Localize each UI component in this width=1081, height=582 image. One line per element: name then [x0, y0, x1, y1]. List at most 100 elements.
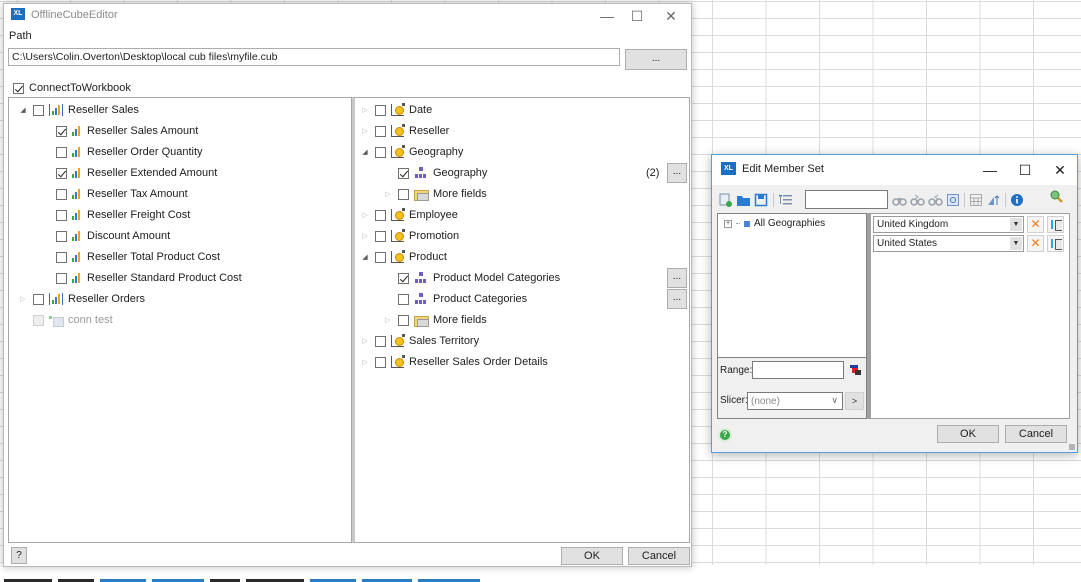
tree-item[interactable]: ▷ Employee: [360, 205, 458, 225]
open-folder-icon[interactable]: [736, 193, 751, 207]
search-zoom-icon[interactable]: [1049, 189, 1064, 203]
checkbox[interactable]: [398, 293, 409, 305]
tree-item[interactable]: Product Model Categories: [383, 268, 560, 288]
edit-member-set-button[interactable]: ...: [667, 163, 687, 183]
checkbox[interactable]: [33, 104, 44, 116]
checkbox[interactable]: [56, 230, 67, 242]
tree-item[interactable]: Reseller Freight Cost: [41, 205, 190, 225]
title-bar[interactable]: XL OfflineCubeEditor — ☐ ✕: [4, 4, 691, 26]
checkbox[interactable]: [398, 272, 409, 284]
member-search-input[interactable]: [805, 190, 888, 209]
checkbox[interactable]: [398, 188, 409, 200]
collapse-arrow-icon[interactable]: ◢: [360, 148, 370, 156]
tree-item[interactable]: ◢ Product: [360, 247, 447, 267]
tree-item[interactable]: ◢ Geography: [360, 142, 463, 162]
tree-item[interactable]: ▷ Reseller Sales Order Details: [360, 352, 548, 372]
find-next-icon[interactable]: [928, 193, 943, 207]
maximize-button[interactable]: ☐: [623, 7, 651, 25]
save-icon[interactable]: [754, 193, 769, 207]
expand-arrow-icon[interactable]: ▷: [360, 106, 370, 114]
expand-arrow-icon[interactable]: ▷: [360, 232, 370, 240]
close-button[interactable]: ✕: [1045, 160, 1075, 180]
collapse-arrow-icon[interactable]: ◢: [18, 106, 28, 114]
tree-item[interactable]: ▷ Date: [360, 100, 432, 120]
checkbox[interactable]: [398, 314, 409, 326]
remove-member-button[interactable]: ✕: [1027, 216, 1044, 233]
expand-arrow-icon[interactable]: ▷: [360, 358, 370, 366]
connect-to-workbook-checkbox[interactable]: ConnectToWorkbook: [13, 82, 131, 94]
tree-item[interactable]: ▷ Reseller: [360, 121, 449, 141]
slicer-go-button[interactable]: >: [845, 392, 864, 410]
expand-arrow-icon[interactable]: ▷: [360, 337, 370, 345]
expand-icon[interactable]: +: [724, 219, 732, 228]
tree-item[interactable]: Reseller Extended Amount: [41, 163, 217, 183]
checkbox[interactable]: [375, 209, 386, 221]
tree-item[interactable]: ▷ Promotion: [360, 226, 459, 246]
member-list[interactable]: United Kingdom ▼ ✕ United States ▼ ✕: [870, 213, 1070, 419]
member-dropdown[interactable]: United States ▼: [873, 235, 1024, 252]
dimensions-tree-pane[interactable]: ▷ Date ▷ Reseller ◢ Geography Geography (2)... ▷…: [352, 97, 690, 543]
resize-grip[interactable]: [1069, 444, 1075, 450]
checkbox[interactable]: [13, 82, 24, 94]
member-hierarchy-icon[interactable]: [1047, 235, 1064, 252]
ok-button[interactable]: OK: [561, 547, 623, 565]
minimize-button[interactable]: —: [975, 160, 1005, 180]
edit-member-set-button[interactable]: ...: [667, 268, 687, 288]
checkbox[interactable]: [56, 272, 67, 284]
expand-arrow-icon[interactable]: ▷: [18, 295, 28, 303]
tree-node-all-geographies[interactable]: + All Geographies: [724, 218, 825, 229]
member-tree[interactable]: + All Geographies: [717, 213, 867, 358]
tree-item[interactable]: conn test: [18, 310, 113, 330]
tree-item[interactable]: ◢ Reseller Sales: [18, 100, 139, 120]
expand-arrow-icon[interactable]: ▷: [360, 211, 370, 219]
info-icon[interactable]: [1010, 193, 1025, 207]
expand-arrow-icon[interactable]: ▷: [383, 316, 393, 324]
cancel-button[interactable]: Cancel: [1005, 425, 1067, 443]
find-previous-icon[interactable]: [910, 193, 925, 207]
slicer-dropdown[interactable]: (none) ∨: [747, 392, 843, 410]
checkbox[interactable]: [398, 167, 409, 179]
checkbox[interactable]: [33, 293, 44, 305]
tree-item[interactable]: ▷ More fields: [383, 184, 487, 204]
tree-item[interactable]: Discount Amount: [41, 226, 170, 246]
tree-item[interactable]: Reseller Sales Amount: [41, 121, 198, 141]
tree-item[interactable]: ▷ More fields: [383, 310, 487, 330]
new-set-icon[interactable]: [718, 193, 733, 207]
tree-item[interactable]: Product Categories: [383, 289, 527, 309]
list-indent-icon[interactable]: [778, 193, 793, 207]
dialog-title-bar[interactable]: XL Edit Member Set — ☐ ✕: [712, 155, 1077, 185]
member-hierarchy-icon[interactable]: [1047, 216, 1064, 233]
maximize-button[interactable]: ☐: [1010, 160, 1040, 180]
checkbox[interactable]: [56, 209, 67, 221]
expand-arrow-icon[interactable]: ▷: [383, 190, 393, 198]
edit-member-set-button[interactable]: ...: [667, 289, 687, 309]
browse-button[interactable]: ...: [625, 49, 687, 70]
checkbox[interactable]: [56, 167, 67, 179]
measures-tree-pane[interactable]: ◢ Reseller Sales Reseller Sales Amount Rese…: [8, 97, 352, 543]
collapse-arrow-icon[interactable]: ◢: [360, 253, 370, 261]
checkbox[interactable]: [375, 335, 386, 347]
cancel-button[interactable]: Cancel: [628, 547, 690, 565]
tree-item[interactable]: Reseller Standard Product Cost: [41, 268, 242, 288]
checkbox[interactable]: [375, 104, 386, 116]
help-button[interactable]: ?: [11, 547, 27, 564]
sort-icon[interactable]: [987, 193, 1002, 207]
path-input[interactable]: [8, 48, 620, 66]
checkbox[interactable]: [56, 251, 67, 263]
checkbox[interactable]: [56, 146, 67, 158]
checkbox[interactable]: [375, 230, 386, 242]
close-button[interactable]: ✕: [657, 7, 685, 25]
tree-item[interactable]: Reseller Order Quantity: [41, 142, 203, 162]
checkbox[interactable]: [56, 125, 67, 137]
zoom-select-icon[interactable]: [946, 193, 961, 207]
checkbox[interactable]: [375, 125, 386, 137]
table-icon[interactable]: [969, 193, 984, 207]
checkbox[interactable]: [375, 356, 386, 368]
minimize-button[interactable]: —: [593, 7, 621, 25]
tree-item[interactable]: Reseller Total Product Cost: [41, 247, 220, 267]
tree-item[interactable]: ▷ Sales Territory: [360, 331, 479, 351]
ok-button[interactable]: OK: [937, 425, 999, 443]
checkbox[interactable]: [56, 188, 67, 200]
expand-arrow-icon[interactable]: ▷: [360, 127, 370, 135]
tree-item[interactable]: Reseller Tax Amount: [41, 184, 188, 204]
